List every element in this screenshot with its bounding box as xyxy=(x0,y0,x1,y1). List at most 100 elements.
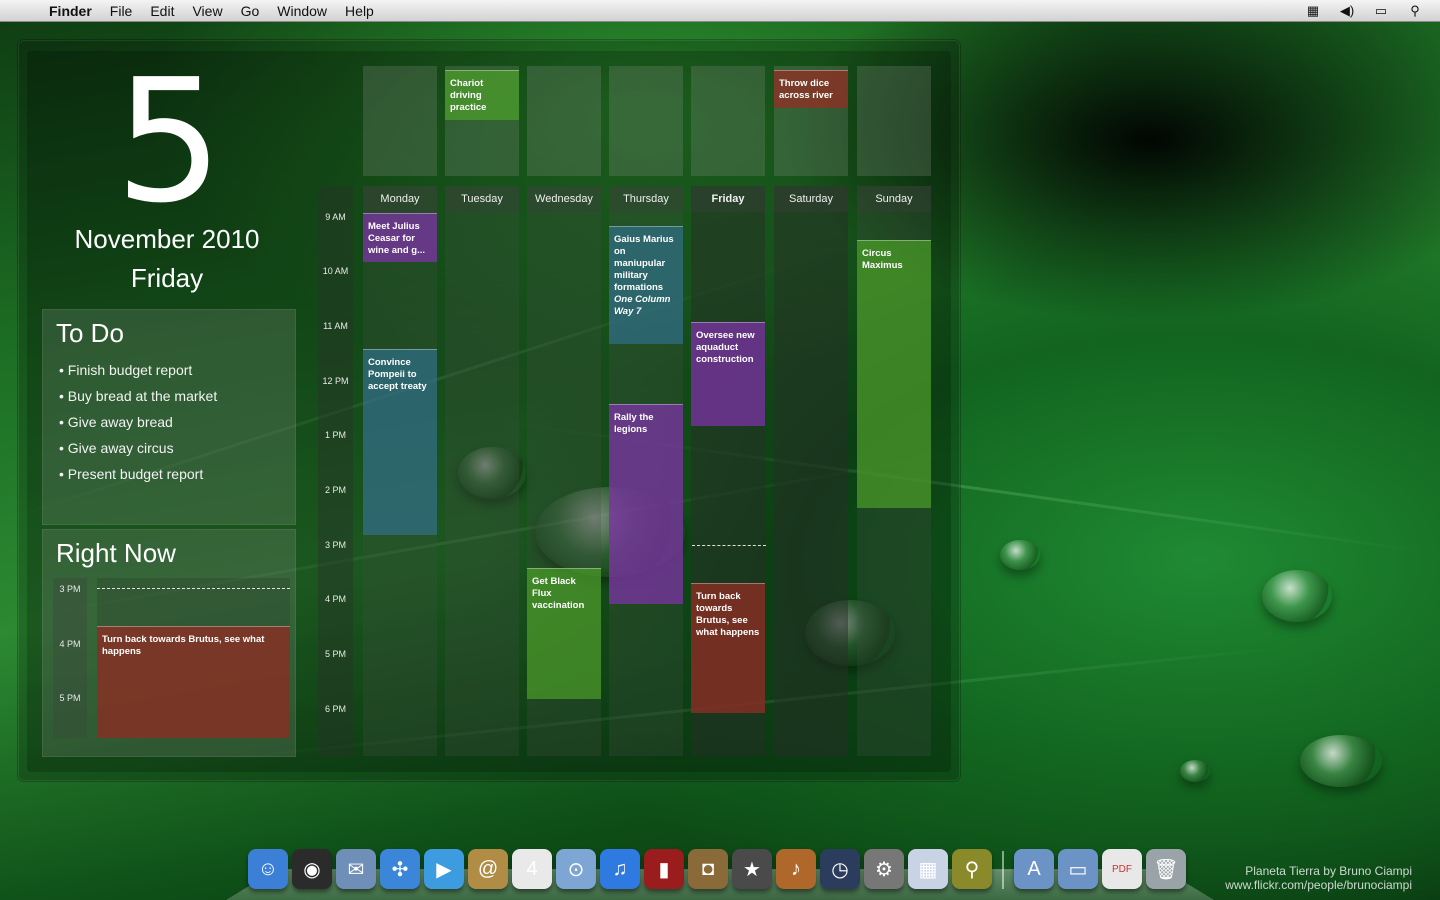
menu-file[interactable]: File xyxy=(101,3,142,19)
todo-item[interactable]: • Present budget report xyxy=(59,461,217,487)
day-header-sunday[interactable]: Sunday xyxy=(857,186,931,212)
right-now-event[interactable]: Turn back towards Brutus, see what happe… xyxy=(97,626,290,738)
day-column-thursday: Thursday Gaius Marius on maniupular mili… xyxy=(609,186,683,756)
documents-folder-icon[interactable]: ▭ xyxy=(1058,849,1098,889)
day-header-friday[interactable]: Friday xyxy=(691,186,765,212)
todo-list: • Finish budget report • Buy bread at th… xyxy=(59,357,217,487)
right-now-box: Right Now 3 PM 4 PM 5 PM Turn back towar… xyxy=(42,529,296,757)
wallpaper-credit: Planeta Tierra by Bruno Ciampi www.flick… xyxy=(1225,864,1412,892)
volume-icon[interactable]: ◀) xyxy=(1332,3,1362,19)
day-column-tuesday: Tuesday xyxy=(445,186,519,756)
todo-box: To Do • Finish budget report • Buy bread… xyxy=(42,309,296,525)
todo-item[interactable]: • Finish budget report xyxy=(59,357,217,383)
event-turn-back-brutus[interactable]: Turn back towards Brutus, see what happe… xyxy=(691,583,765,713)
day-header-thursday[interactable]: Thursday xyxy=(609,186,683,212)
event-rally-legions[interactable]: Rally the legions xyxy=(609,404,683,604)
right-now-hour-label: 4 PM xyxy=(59,639,81,649)
menu-go[interactable]: Go xyxy=(232,3,269,19)
dock-separator xyxy=(1002,851,1004,889)
credit-line: Planeta Tierra by Bruno Ciampi xyxy=(1245,864,1412,878)
event-aquaduct[interactable]: Oversee new aquaduct construction xyxy=(691,322,765,426)
event-convince-pompeii[interactable]: Convince Pompeii to accept treaty xyxy=(363,349,437,535)
day-column-friday: Friday Oversee new aquaduct construction… xyxy=(691,186,765,756)
hour-label: 11 AM xyxy=(323,321,348,331)
event-circus-maximus[interactable]: Circus Maximus xyxy=(857,240,931,508)
day-header-tuesday[interactable]: Tuesday xyxy=(445,186,519,212)
itunes-icon[interactable]: ♫ xyxy=(600,849,640,889)
spotlight-icon[interactable]: ⚲ xyxy=(1400,3,1430,19)
menu-app-finder[interactable]: Finder xyxy=(40,3,101,19)
todo-item[interactable]: • Give away circus xyxy=(59,435,217,461)
dock: ☺ ◉ ✉ ✣ ▶ @4 ⊙ ♫ ▮ ◘ ★ ♪ ◷ ⚙ ▦ ⚲ A ▭ PDF 🗑 xyxy=(248,843,1186,889)
time-machine-icon[interactable]: ◷ xyxy=(820,849,860,889)
front-row-icon[interactable]: ▮ xyxy=(644,849,684,889)
current-day-number: 5 xyxy=(114,43,223,241)
allday-cell-monday xyxy=(363,66,437,176)
day-header-monday[interactable]: Monday xyxy=(363,186,437,212)
preview-icon[interactable]: ⊙ xyxy=(556,849,596,889)
menu-edit[interactable]: Edit xyxy=(141,3,183,19)
day-column-sunday: Sunday Circus Maximus xyxy=(857,186,931,756)
menu-window[interactable]: Window xyxy=(268,3,336,19)
imovie-icon[interactable]: ★ xyxy=(732,849,772,889)
right-now-hour-label: 3 PM xyxy=(59,584,81,594)
todo-item[interactable]: • Give away bread xyxy=(59,409,217,435)
day-column-wednesday: Wednesday Get Black Flux vaccination xyxy=(527,186,601,756)
ichat-icon[interactable]: ▶ xyxy=(424,849,464,889)
current-time-line xyxy=(692,545,766,546)
microscope-icon[interactable]: ⚲ xyxy=(952,849,992,889)
calendar-time-axis: 9 AM 10 AM 11 AM 12 PM 1 PM 2 PM 3 PM 4 … xyxy=(318,186,353,756)
spaces-icon[interactable]: ▦ xyxy=(1298,3,1328,19)
event-title: Gaius Marius on maniupular military form… xyxy=(614,234,674,293)
todo-title: To Do xyxy=(56,318,124,348)
allday-cell-saturday: Throw dice across river xyxy=(774,66,848,176)
todo-item[interactable]: • Buy bread at the market xyxy=(59,383,217,409)
menu-view[interactable]: View xyxy=(183,3,231,19)
allday-cell-thursday xyxy=(609,66,683,176)
event-gaius-marius[interactable]: Gaius Marius on maniupular military form… xyxy=(609,226,683,344)
applications-folder-icon[interactable]: A xyxy=(1014,849,1054,889)
trash-icon[interactable]: 🗑 xyxy=(1146,849,1186,889)
mail-icon[interactable]: ✉ xyxy=(336,849,376,889)
event-black-flux[interactable]: Get Black Flux vaccination xyxy=(527,568,601,699)
hour-label: 9 AM xyxy=(325,212,346,222)
dashboard-icon[interactable]: ◉ xyxy=(292,849,332,889)
day-column-monday: Monday Meet Julius Ceasar for wine and g… xyxy=(363,186,437,756)
hour-label: 10 AM xyxy=(322,266,349,276)
hour-label: 5 PM xyxy=(324,649,346,659)
iphoto-icon[interactable]: ◘ xyxy=(688,849,728,889)
hour-label: 2 PM xyxy=(324,485,346,495)
event-meet-julius[interactable]: Meet Julius Ceasar for wine and g... xyxy=(363,213,437,262)
finder-icon[interactable]: ☺ xyxy=(248,849,288,889)
credit-url: www.flickr.com/people/brunociampi xyxy=(1225,878,1412,892)
right-now-column: Turn back towards Brutus, see what happe… xyxy=(97,578,290,738)
battery-icon[interactable]: ▭ xyxy=(1366,3,1396,19)
ical-icon[interactable]: 4 xyxy=(512,849,552,889)
allday-event-chariot[interactable]: Chariot driving practice xyxy=(445,70,519,120)
hour-label: 4 PM xyxy=(324,594,346,604)
address-book-icon[interactable]: @ xyxy=(468,849,508,889)
menu-help[interactable]: Help xyxy=(336,3,383,19)
allday-cell-wednesday xyxy=(527,66,601,176)
day-header-wednesday[interactable]: Wednesday xyxy=(527,186,601,212)
day-column-saturday: Saturday xyxy=(774,186,848,756)
system-preferences-icon[interactable]: ⚙ xyxy=(864,849,904,889)
hour-label: 3 PM xyxy=(324,540,346,550)
current-month-year: November 2010 xyxy=(74,224,260,254)
hour-label: 12 PM xyxy=(322,376,349,386)
current-time-line xyxy=(97,588,290,589)
garageband-icon[interactable]: ♪ xyxy=(776,849,816,889)
event-location: One Column Way 7 xyxy=(614,294,671,317)
allday-event-dice[interactable]: Throw dice across river xyxy=(774,70,848,108)
day-header-saturday[interactable]: Saturday xyxy=(774,186,848,212)
calendar-widget-icon[interactable]: ▦ xyxy=(908,849,948,889)
current-weekday: Friday xyxy=(130,263,204,293)
hour-label: 6 PM xyxy=(324,704,346,714)
hour-label: 1 PM xyxy=(324,430,346,440)
pdf-document-icon[interactable]: PDF xyxy=(1102,849,1142,889)
safari-icon[interactable]: ✣ xyxy=(380,849,420,889)
allday-cell-sunday xyxy=(857,66,931,176)
menu-bar: Finder File Edit View Go Window Help ▦ ◀… xyxy=(0,0,1440,22)
right-now-time-axis: 3 PM 4 PM 5 PM xyxy=(53,578,87,738)
allday-cell-tuesday: Chariot driving practice xyxy=(445,66,519,176)
